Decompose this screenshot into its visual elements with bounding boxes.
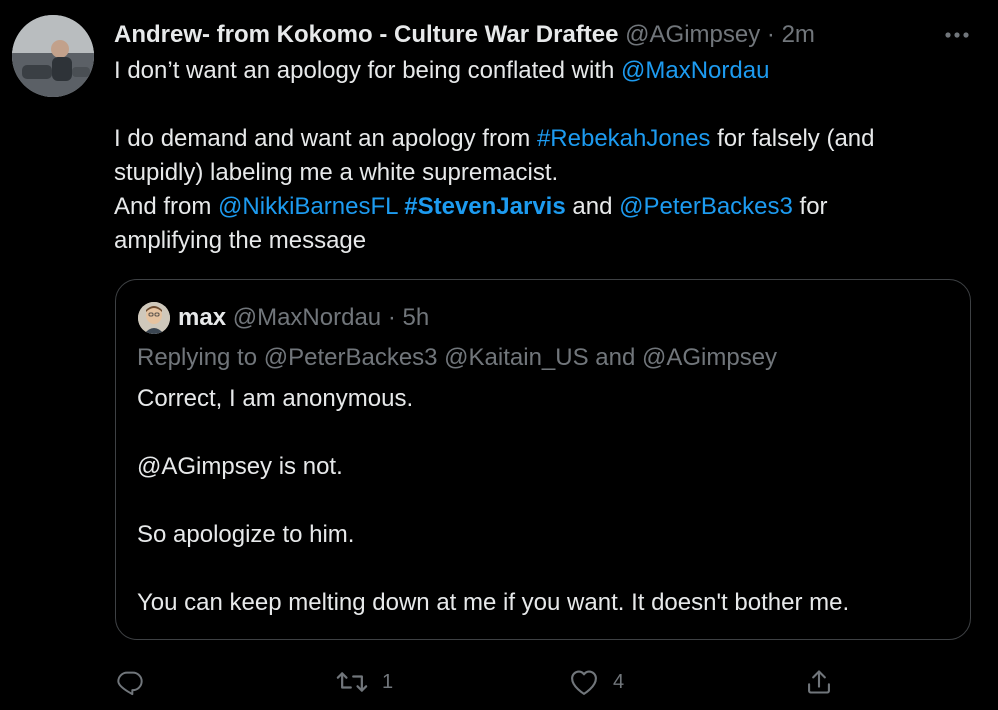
- mention-link[interactable]: @NikkiBarnesFL: [218, 193, 398, 220]
- author-handle[interactable]: @AGimpsey: [625, 21, 760, 48]
- tweet-text: I don’t want an apology for being confla…: [114, 54, 974, 258]
- heart-icon: [571, 670, 597, 695]
- hashtag-link[interactable]: #StevenJarvis: [404, 193, 565, 220]
- quoted-timestamp: 5h: [402, 304, 430, 331]
- tweet-timestamp[interactable]: 2m: [782, 21, 815, 48]
- mention-link[interactable]: @PeterBackes3: [619, 193, 793, 220]
- tweet-line-5: And from @NikkiBarnesFL #StevenJarvis an…: [114, 190, 974, 224]
- author-display-name[interactable]: Andrew- from Kokomo - Culture War Drafte…: [114, 21, 618, 48]
- tweet-line-1: I don’t want an apology for being confla…: [114, 54, 974, 88]
- tweet-text-segment: And from: [114, 193, 219, 220]
- share-icon: [808, 670, 830, 694]
- quoted-tweet-header: max @MaxNordau · 5h: [178, 300, 429, 336]
- author-avatar[interactable]: [12, 15, 94, 97]
- quoted-tweet-text: Correct, I am anonymous. @AGimpsey is no…: [137, 382, 957, 620]
- tweet-line-6: amplifying the message: [114, 224, 974, 258]
- quoted-header-separator: ·: [387, 304, 396, 331]
- header-separator: ·: [766, 21, 775, 48]
- tweet-line-4: stupidly) labeling me a white supremacis…: [114, 156, 974, 190]
- more-dots-icon: [945, 32, 969, 38]
- quoted-line-4: You can keep melting down at me if you w…: [137, 589, 850, 616]
- hashtag-link[interactable]: #RebekahJones: [537, 125, 710, 152]
- share-button[interactable]: [805, 660, 833, 704]
- tweet-text-segment: and: [565, 193, 620, 220]
- tweet-text-segment: amplifying the message: [114, 227, 367, 254]
- quoted-author-name: max: [178, 304, 227, 331]
- retweet-icon: [336, 672, 368, 692]
- tweet-text-segment: stupidly) labeling me a white supremacis…: [114, 159, 559, 186]
- quoted-line-2: @AGimpsey is not.: [137, 453, 343, 480]
- retweet-count: 1: [382, 670, 394, 693]
- quoted-line-3: So apologize to him.: [137, 521, 355, 548]
- tweet-text-segment: I don’t want an apology for being confla…: [114, 57, 621, 84]
- quoted-author-avatar: [138, 302, 170, 334]
- quoted-tweet[interactable]: max @MaxNordau · 5h Replying to @PeterBa…: [115, 279, 971, 640]
- like-count: 4: [613, 670, 625, 693]
- quoted-line-1: Correct, I am anonymous.: [137, 385, 414, 412]
- retweet-button[interactable]: 1: [336, 660, 393, 704]
- tweet-line-3: I do demand and want an apology from #Re…: [114, 122, 974, 156]
- replying-to-text: Replying to @PeterBackes3 @Kaitain_US an…: [137, 344, 778, 371]
- avatar-photo: [12, 15, 94, 97]
- tweet-header: Andrew- from Kokomo - Culture War Drafte…: [114, 18, 815, 52]
- tweet-text-segment: I do demand and want an apology from: [114, 125, 537, 152]
- tweet-actions-bar: 1 4: [0, 660, 998, 704]
- like-button[interactable]: 4: [569, 660, 624, 704]
- reply-icon: [117, 671, 143, 696]
- reply-button[interactable]: [116, 660, 144, 704]
- more-options-button[interactable]: [942, 18, 972, 52]
- tweet-text-segment: for falsely (and: [710, 125, 875, 152]
- mention-link[interactable]: @MaxNordau: [621, 57, 769, 84]
- tweet-text-segment: for: [792, 193, 828, 220]
- quoted-avatar-cartoon: [138, 302, 170, 334]
- quoted-author-handle: @MaxNordau: [232, 304, 382, 331]
- tweet: Andrew- from Kokomo - Culture War Drafte…: [0, 0, 998, 710]
